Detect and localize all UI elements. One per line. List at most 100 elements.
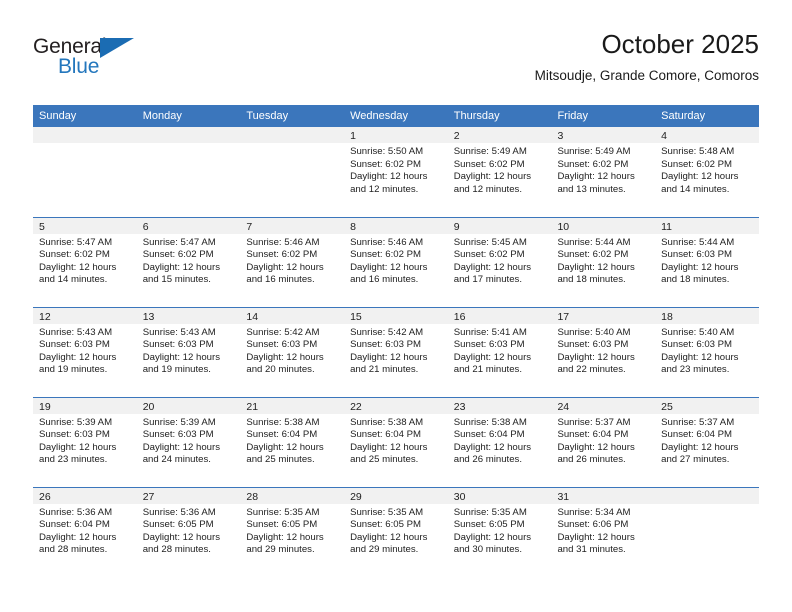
calendar-day-cell[interactable]: 5 Sunrise: 5:47 AM Sunset: 6:02 PM Daylight… — [33, 216, 137, 307]
daylight-text-line1: Daylight: 12 hours — [453, 171, 532, 183]
sunset-text: Sunset: 6:03 PM — [350, 339, 421, 351]
calendar-day-cell[interactable]: 3 Sunrise: 5:49 AM Sunset: 6:02 PM Daylight… — [551, 127, 656, 217]
calendar-day-cell[interactable]: 2 Sunrise: 5:49 AM Sunset: 6:02 PM Daylight… — [447, 127, 552, 217]
calendar-day-cell[interactable]: 4 Sunrise: 5:48 AM Sunset: 6:02 PM Daylight… — [655, 127, 759, 217]
day-details: Sunrise: 5:44 AM Sunset: 6:02 PM Daylight:… — [551, 234, 655, 287]
daylight-text-line2: and 12 minutes. — [350, 183, 419, 195]
weekday-header-tuesday: Tuesday — [240, 105, 345, 127]
sunset-text: Sunset: 6:05 PM — [142, 519, 214, 531]
daylight-text-line2: and 30 minutes. — [453, 544, 523, 556]
calendar-day-cell[interactable]: 16 Sunrise: 5:41 AM Sunset: 6:03 PM Dayligh… — [447, 306, 552, 397]
daylight-text-line1: Daylight: 12 hours — [142, 261, 221, 273]
calendar-day-cell[interactable]: 28 Sunrise: 5:35 AM Sunset: 6:05 PM Dayligh… — [240, 486, 345, 577]
weekday-header-row: Sunday Monday Tuesday Wednesday Thursday… — [33, 105, 759, 127]
daylight-text-line2: and 31 minutes. — [557, 544, 626, 556]
calendar-week-row: 26 Sunrise: 5:36 AM Sunset: 6:04 PM Dayligh… — [33, 486, 759, 577]
daylight-text-line2: and 23 minutes. — [39, 454, 108, 466]
calendar-week-row: 1 Sunrise: 5:50 AM Sunset: 6:02 PM Daylight… — [33, 127, 759, 217]
daylight-text-line2: and 21 minutes. — [453, 364, 523, 376]
sunrise-text: Sunrise: 5:38 AM — [246, 416, 320, 428]
day-number: 20 — [136, 397, 241, 414]
day-number: 17 — [551, 307, 656, 324]
calendar-page: General Blue October 2025 Mitsoudje, Gra… — [0, 0, 792, 612]
calendar-day-cell[interactable]: 21 Sunrise: 5:38 AM Sunset: 6:04 PM Dayligh… — [240, 396, 345, 487]
sunset-text: Sunset: 6:04 PM — [661, 429, 733, 441]
logo-text-blue: Blue — [58, 55, 100, 78]
calendar-day-cell[interactable]: 7 Sunrise: 5:46 AM Sunset: 6:02 PM Daylight… — [240, 216, 345, 307]
daylight-text-line1: Daylight: 12 hours — [246, 351, 324, 363]
daylight-text-line2: and 24 minutes. — [142, 454, 211, 466]
daylight-text-line2: and 25 minutes. — [350, 454, 419, 466]
day-details: Sunrise: 5:35 AM Sunset: 6:05 PM Daylight:… — [344, 504, 448, 557]
calendar-day-cell[interactable]: 15 Sunrise: 5:42 AM Sunset: 6:03 PM Dayligh… — [344, 306, 448, 397]
calendar-day-cell[interactable]: 25 Sunrise: 5:37 AM Sunset: 6:04 PM Dayligh… — [655, 396, 759, 487]
calendar-day-cell[interactable]: 18 Sunrise: 5:40 AM Sunset: 6:03 PM Dayligh… — [655, 306, 759, 397]
calendar-day-cell[interactable]: 9 Sunrise: 5:45 AM Sunset: 6:02 PM Daylight… — [447, 216, 552, 307]
calendar-day-cell[interactable]: 6 Sunrise: 5:47 AM Sunset: 6:02 PM Daylight… — [136, 216, 241, 307]
calendar-day-cell[interactable]: 12 Sunrise: 5:43 AM Sunset: 6:03 PM Dayligh… — [33, 306, 137, 397]
day-details: Sunrise: 5:39 AM Sunset: 6:03 PM Daylight:… — [33, 414, 137, 467]
calendar-day-cell[interactable]: 20 Sunrise: 5:39 AM Sunset: 6:03 PM Dayligh… — [136, 396, 241, 487]
sunset-text: Sunset: 6:02 PM — [350, 158, 421, 170]
daylight-text-line2: and 13 minutes. — [557, 183, 626, 195]
day-number: 29 — [344, 487, 448, 504]
day-details: Sunrise: 5:36 AM Sunset: 6:05 PM Daylight:… — [137, 504, 241, 557]
calendar-table: Sunday Monday Tuesday Wednesday Thursday… — [33, 105, 759, 577]
general-blue-logo[interactable]: General Blue — [33, 36, 153, 88]
calendar-day-cell[interactable]: 17 Sunrise: 5:40 AM Sunset: 6:03 PM Dayligh… — [551, 306, 656, 397]
daylight-text-line1: Daylight: 12 hours — [246, 441, 324, 453]
day-details: Sunrise: 5:42 AM Sunset: 6:03 PM Daylight:… — [240, 324, 344, 377]
day-number: 24 — [551, 397, 656, 414]
daylight-text-line1: Daylight: 12 hours — [557, 261, 635, 273]
calendar-day-cell[interactable]: 29 Sunrise: 5:35 AM Sunset: 6:05 PM Dayligh… — [344, 486, 448, 577]
sunset-text: Sunset: 6:02 PM — [453, 249, 525, 261]
sunset-text: Sunset: 6:03 PM — [142, 429, 214, 441]
calendar-day-cell[interactable]: 24 Sunrise: 5:37 AM Sunset: 6:04 PM Dayligh… — [551, 396, 656, 487]
daylight-text-line1: Daylight: 12 hours — [661, 261, 739, 273]
sunset-text: Sunset: 6:03 PM — [246, 339, 318, 351]
daylight-text-line2: and 29 minutes. — [246, 544, 315, 556]
daylight-text-line2: and 12 minutes. — [453, 183, 523, 195]
daylight-text-line2: and 22 minutes. — [557, 364, 626, 376]
calendar-day-cell[interactable]: 30 Sunrise: 5:35 AM Sunset: 6:05 PM Dayligh… — [447, 486, 552, 577]
daylight-text-line2: and 16 minutes. — [246, 274, 315, 286]
sunrise-text: Sunrise: 5:43 AM — [39, 326, 113, 338]
day-details: Sunrise: 5:47 AM Sunset: 6:02 PM Daylight:… — [33, 234, 137, 287]
daylight-text-line1: Daylight: 12 hours — [557, 351, 635, 363]
daylight-text-line1: Daylight: 12 hours — [142, 351, 221, 363]
calendar-day-cell[interactable]: 31 Sunrise: 5:34 AM Sunset: 6:06 PM Dayligh… — [551, 486, 656, 577]
day-details: Sunrise: 5:36 AM Sunset: 6:04 PM Daylight:… — [33, 504, 137, 557]
daylight-text-line1: Daylight: 12 hours — [246, 261, 324, 273]
daylight-text-line1: Daylight: 12 hours — [39, 351, 117, 363]
day-number — [655, 487, 759, 504]
sunrise-text: Sunrise: 5:35 AM — [350, 506, 424, 518]
daylight-text-line2: and 25 minutes. — [246, 454, 315, 466]
sunrise-text: Sunrise: 5:42 AM — [350, 326, 424, 338]
page-title: October 2025 — [601, 29, 759, 59]
calendar-day-cell[interactable]: 13 Sunrise: 5:43 AM Sunset: 6:03 PM Dayligh… — [136, 306, 241, 397]
calendar-day-cell[interactable]: 11 Sunrise: 5:44 AM Sunset: 6:03 PM Dayligh… — [655, 216, 759, 307]
calendar-day-cell-empty — [240, 127, 345, 217]
calendar-day-cell-empty — [33, 127, 137, 217]
daylight-text-line2: and 28 minutes. — [142, 544, 211, 556]
calendar-day-cell[interactable]: 27 Sunrise: 5:36 AM Sunset: 6:05 PM Dayligh… — [136, 486, 241, 577]
calendar-day-cell[interactable]: 23 Sunrise: 5:38 AM Sunset: 6:04 PM Dayligh… — [447, 396, 552, 487]
calendar-day-cell[interactable]: 1 Sunrise: 5:50 AM Sunset: 6:02 PM Daylight… — [344, 127, 448, 217]
calendar-day-cell[interactable]: 26 Sunrise: 5:36 AM Sunset: 6:04 PM Dayligh… — [33, 486, 137, 577]
day-number: 6 — [136, 217, 241, 234]
day-number: 9 — [447, 217, 552, 234]
sunset-text: Sunset: 6:05 PM — [453, 519, 525, 531]
calendar-day-cell[interactable]: 22 Sunrise: 5:38 AM Sunset: 6:04 PM Dayligh… — [344, 396, 448, 487]
calendar-day-cell[interactable]: 19 Sunrise: 5:39 AM Sunset: 6:03 PM Dayligh… — [33, 396, 137, 487]
daylight-text-line1: Daylight: 12 hours — [557, 171, 635, 183]
calendar-day-cell[interactable]: 14 Sunrise: 5:42 AM Sunset: 6:03 PM Dayligh… — [240, 306, 345, 397]
day-details: Sunrise: 5:50 AM Sunset: 6:02 PM Daylight:… — [344, 143, 448, 196]
weekday-header-wednesday: Wednesday — [344, 105, 448, 127]
day-number: 5 — [33, 217, 137, 234]
day-number: 3 — [551, 127, 656, 143]
daylight-text-line2: and 15 minutes. — [142, 274, 211, 286]
calendar-day-cell[interactable]: 8 Sunrise: 5:46 AM Sunset: 6:02 PM Daylight… — [344, 216, 448, 307]
calendar-day-cell[interactable]: 10 Sunrise: 5:44 AM Sunset: 6:02 PM Dayligh… — [551, 216, 656, 307]
daylight-text-line1: Daylight: 12 hours — [453, 351, 532, 363]
daylight-text-line1: Daylight: 12 hours — [39, 261, 117, 273]
